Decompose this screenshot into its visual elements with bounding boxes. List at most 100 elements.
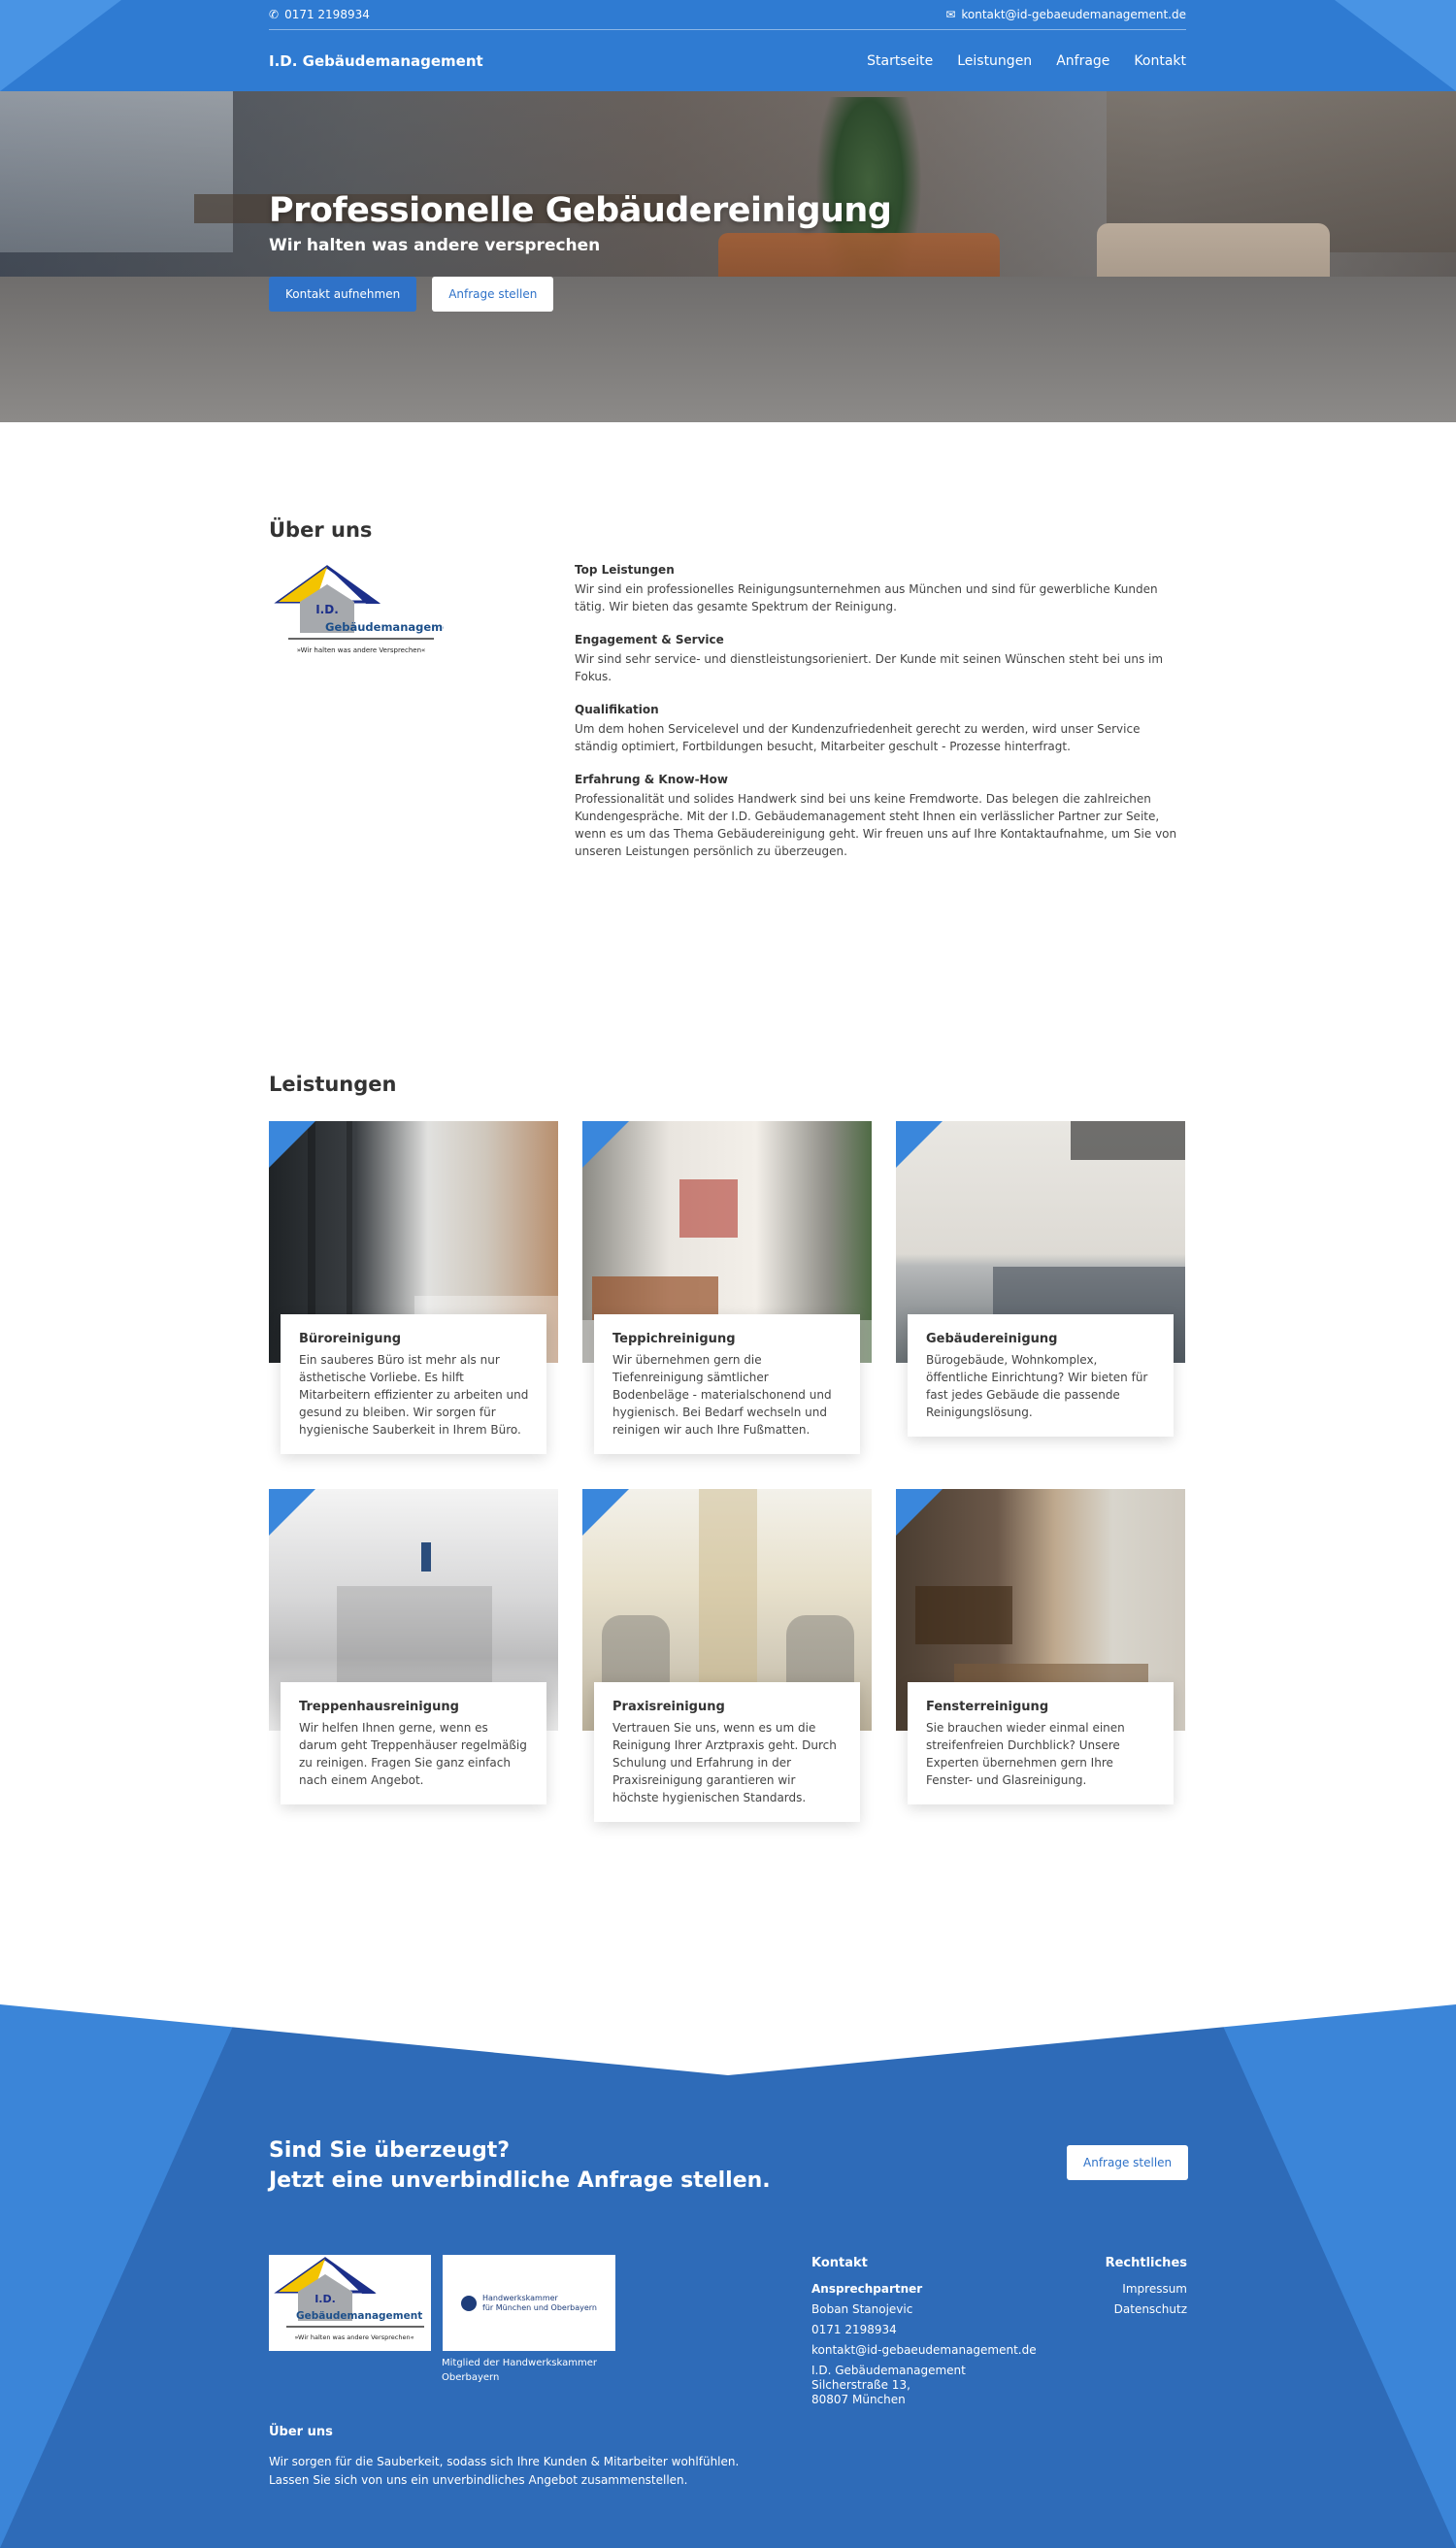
about-title: Über uns	[269, 518, 373, 542]
contact-row: ✆ 0171 2198934 ✉ kontakt@id-gebaeudemanage…	[269, 0, 1186, 30]
hero-section: ✆ 0171 2198934 ✉ kontakt@id-gebaeudemanage…	[0, 0, 1456, 422]
service-card-teppichreinigung[interactable]: Teppichreinigung Wir übernehmen gern die…	[582, 1121, 872, 1489]
postal-address: I.D. Gebäudemanagement Silcherstraße 13,…	[811, 2364, 1037, 2407]
phone-icon: ✆	[269, 8, 280, 21]
services-title: Leistungen	[269, 1073, 397, 1096]
mail-icon: ✉	[945, 8, 956, 21]
footer-logo-tagline: »Wir halten was andere Versprechen«	[294, 2333, 414, 2341]
cta-line-1: Sind Sie überzeugt?	[269, 2138, 511, 2163]
footer-cta: Sind Sie überzeugt? Jetzt eine unverbind…	[269, 2135, 771, 2196]
handwerkskammer-text: Handwerkskammer für München und Oberbaye…	[482, 2294, 597, 2313]
header-decoration-left	[0, 0, 121, 91]
service-card-body: Gebäudereinigung Bürogebäude, Wohnkomple…	[908, 1314, 1174, 1437]
contact-person-label: Ansprechpartner	[811, 2282, 923, 2296]
footer-email-link[interactable]: kontakt@id-gebaeudemanagement.de	[811, 2340, 1037, 2361]
about-item-heading: Top Leistungen	[575, 563, 675, 577]
handwerkskammer-logo: Handwerkskammer für München und Oberbaye…	[443, 2255, 615, 2351]
service-card-text: Wir übernehmen gern die Tiefenreinigung …	[612, 1353, 832, 1437]
service-card-fensterreinigung[interactable]: Fensterreinigung Sie brauchen wieder ein…	[896, 1489, 1185, 1857]
footer-top-divider	[0, 2004, 1456, 2075]
contact-person-name: Boban Stanojevic	[811, 2302, 913, 2316]
footer-logo-text-name: Gebäudemanagement	[296, 2310, 422, 2322]
logo-text-name: Gebäudemanagement	[325, 620, 444, 634]
footer-legal: Rechtliches Impressum Datenschutz	[1048, 2253, 1187, 2320]
footer-company-logo: I.D. Gebäudemanagement »Wir halten was a…	[269, 2255, 431, 2351]
address-city: 80807 München	[811, 2393, 906, 2406]
card-corner-decoration	[582, 1121, 629, 1168]
footer-about: Über uns Wir sorgen für die Sauberkeit, …	[269, 2425, 739, 2490]
footer-about-title: Über uns	[269, 2425, 333, 2439]
card-corner-decoration	[269, 1121, 315, 1168]
footer-about-line-2: Lassen Sie sich von uns ein unverbindlic…	[269, 2473, 688, 2487]
service-card-body: Praxisreinigung Vertrauen Sie uns, wenn …	[594, 1682, 860, 1822]
footer: Sind Sie überzeugt? Jetzt eine unverbind…	[0, 2004, 1456, 2548]
about-item: Engagement & Service Wir sind sehr servi…	[575, 633, 1186, 685]
hero-buttons: Kontakt aufnehmen Anfrage stellen	[269, 277, 891, 312]
hwk-line-2: für München und Oberbayern	[482, 2302, 597, 2312]
about-item-text: Professionalität und solides Handwerk si…	[575, 792, 1177, 858]
logo-tagline: »Wir halten was andere Versprechen«	[297, 646, 426, 654]
main-navigation: I.D. Gebäudemanagement Startseite Leistu…	[269, 30, 1186, 91]
hero-text: Professionelle Gebäudereinigung Wir halt…	[269, 191, 892, 312]
footer-logo-graphic: I.D. Gebäudemanagement »Wir halten was a…	[274, 2257, 424, 2341]
service-card-title: Gebäudereinigung	[926, 1332, 1058, 1346]
nav-item-leistungen[interactable]: Leistungen	[957, 53, 1032, 69]
service-card-text: Vertrauen Sie uns, wenn es um die Reinig…	[612, 1721, 837, 1804]
card-corner-decoration	[896, 1121, 943, 1168]
logo-graphic: I.D. Gebäudemanagement »Wir halten was a…	[274, 565, 464, 654]
card-corner-decoration	[269, 1489, 315, 1536]
request-button[interactable]: Anfrage stellen	[432, 277, 554, 312]
service-card-treppenhausreinigung[interactable]: Treppenhausreinigung Wir helfen Ihnen ge…	[269, 1489, 558, 1857]
about-item: Erfahrung & Know-How Professionalität un…	[575, 773, 1186, 860]
service-card-text: Wir helfen Ihnen gerne, wenn es darum ge…	[299, 1721, 527, 1787]
company-logo: I.D. Gebäudemanagement »Wir halten was a…	[269, 563, 464, 665]
email-text: kontakt@id-gebaeudemanagement.de	[961, 8, 1186, 21]
handwerkskammer-icon	[461, 2295, 478, 2311]
impressum-link[interactable]: Impressum	[1048, 2279, 1187, 2300]
nav-item-startseite[interactable]: Startseite	[867, 53, 933, 69]
about-item-text: Wir sind sehr service- und dienstleistun…	[575, 652, 1164, 683]
about-item: Top Leistungen Wir sind ein professionel…	[575, 563, 1186, 615]
service-card-title: Fensterreinigung	[926, 1700, 1049, 1714]
footer-about-line-1: Wir sorgen für die Sauberkeit, sodass si…	[269, 2455, 740, 2468]
hero-title: Professionelle Gebäudereinigung	[269, 191, 892, 230]
about-item-heading: Engagement & Service	[575, 633, 724, 646]
nav-item-kontakt[interactable]: Kontakt	[1134, 53, 1186, 69]
footer-logo-text-id: I.D.	[314, 2293, 336, 2305]
footer-decoration-right	[1213, 2004, 1456, 2548]
footer-decoration-left	[0, 2004, 243, 2548]
services-section: Leistungen Büroreinigung Ein sauberes Bü…	[0, 1034, 1456, 2004]
service-card-body: Teppichreinigung Wir übernehmen gern die…	[594, 1314, 860, 1454]
hero-image-window	[0, 87, 233, 252]
phone-text: 0171 2198934	[284, 8, 370, 21]
contact-button[interactable]: Kontakt aufnehmen	[269, 277, 417, 312]
address-street: Silcherstraße 13,	[811, 2378, 910, 2392]
service-card-bueroreinigung[interactable]: Büroreinigung Ein sauberes Büro ist mehr…	[269, 1121, 558, 1489]
service-cards: Büroreinigung Ein sauberes Büro ist mehr…	[269, 1121, 1186, 1857]
about-item-heading: Qualifikation	[575, 703, 659, 716]
about-item-text: Um dem hohen Servicelevel und der Kunden…	[575, 722, 1141, 753]
datenschutz-link[interactable]: Datenschutz	[1048, 2300, 1187, 2320]
service-card-text: Ein sauberes Büro ist mehr als nur ästhe…	[299, 1353, 529, 1437]
service-card-title: Teppichreinigung	[612, 1332, 736, 1346]
service-card-praxisreinigung[interactable]: Praxisreinigung Vertrauen Sie uns, wenn …	[582, 1489, 872, 1857]
brand-link[interactable]: I.D. Gebäudemanagement	[269, 52, 483, 70]
service-card-gebaeudereinigung[interactable]: Gebäudereinigung Bürogebäude, Wohnkomple…	[896, 1121, 1185, 1489]
service-card-body: Fensterreinigung Sie brauchen wieder ein…	[908, 1682, 1174, 1804]
logo-text-id: I.D.	[315, 603, 339, 616]
nav-item-anfrage[interactable]: Anfrage	[1056, 53, 1109, 69]
service-card-title: Treppenhausreinigung	[299, 1700, 459, 1714]
about-section: Über uns I.D. Gebäudemanagement »Wir hal…	[0, 422, 1456, 1034]
cta-request-button[interactable]: Anfrage stellen	[1067, 2145, 1189, 2180]
footer-legal-title: Rechtliches	[1105, 2256, 1187, 2270]
phone-link[interactable]: ✆ 0171 2198934	[269, 8, 370, 21]
footer-phone-link[interactable]: 0171 2198934	[811, 2320, 1037, 2340]
card-corner-decoration	[582, 1489, 629, 1536]
email-link[interactable]: ✉ kontakt@id-gebaeudemanagement.de	[945, 8, 1186, 21]
service-card-body: Treppenhausreinigung Wir helfen Ihnen ge…	[281, 1682, 546, 1804]
footer-logos: I.D. Gebäudemanagement »Wir halten was a…	[269, 2255, 615, 2351]
service-card-title: Büroreinigung	[299, 1332, 402, 1346]
service-card-text: Sie brauchen wieder einmal einen streife…	[926, 1721, 1125, 1787]
footer-contact-title: Kontakt	[811, 2256, 868, 2270]
membership-note: Mitglied der Handwerkskammer Oberbayern	[442, 2358, 597, 2383]
